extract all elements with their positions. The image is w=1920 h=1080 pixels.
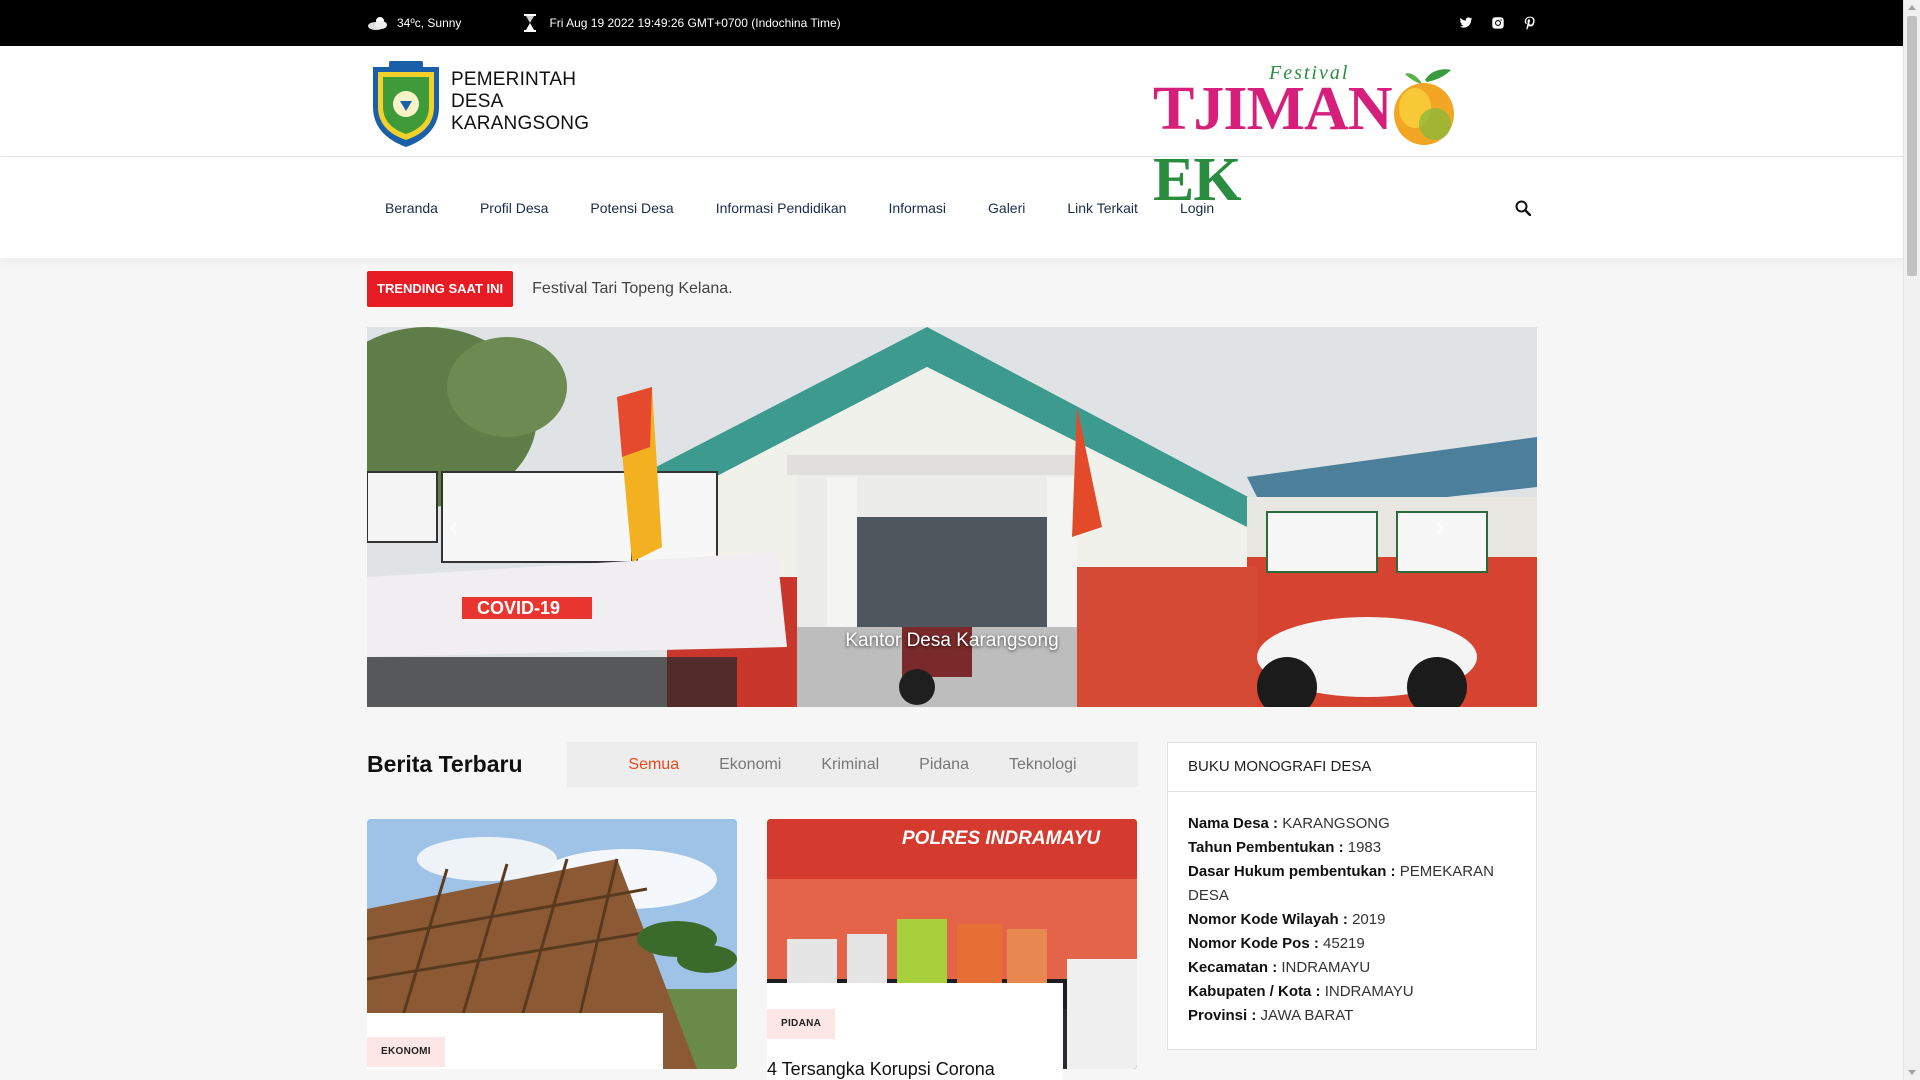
trending-headline[interactable]: Festival Tari Topeng Kelana. — [532, 280, 732, 298]
widget-title: BUKU MONOGRAFI DESA — [1168, 743, 1536, 792]
filter-pidana[interactable]: Pidana — [899, 756, 989, 774]
twitter-icon[interactable] — [1459, 16, 1473, 30]
nav-item-link-terkait[interactable]: Link Terkait — [1067, 200, 1138, 216]
trending-bar: TRENDING SAAT INI Festival Tari Topeng K… — [367, 269, 1537, 309]
filter-ekonomi[interactable]: Ekonomi — [699, 756, 801, 774]
polres-text: POLRES INDRAMAYU — [902, 828, 1101, 849]
slider-next-icon[interactable]: › — [1435, 513, 1455, 541]
weather-text: 34ºc, Sunny — [397, 16, 462, 30]
news-card-title[interactable]: 4 Tersangka Korupsi Corona — [767, 1059, 995, 1080]
nav-item-galeri[interactable]: Galeri — [988, 200, 1025, 216]
scroll-up-icon[interactable] — [1908, 5, 1916, 10]
info-row-dasar-hukum: Dasar Hukum pembentukan : PEMEKARAN DESA — [1188, 863, 1494, 904]
hourglass-icon — [524, 14, 537, 32]
page: 34ºc, Sunny Fri Aug 19 2022 19:49:26 GMT… — [0, 0, 1920, 1080]
scroll-down-icon[interactable] — [1908, 1070, 1916, 1075]
banner-covid-text: COVID-19 — [477, 598, 560, 618]
news-card[interactable]: POLRES INDRAMAYU PIDANA 4 Tersangka Koru… — [767, 819, 1137, 1080]
nav-item-potensi-desa[interactable]: Potensi Desa — [590, 200, 673, 216]
category-badge[interactable]: EKONOMI — [367, 1037, 445, 1067]
sidebar: BUKU MONOGRAFI DESA Nama Desa : KARANGSO… — [1167, 742, 1537, 1069]
filter-semua[interactable]: Semua — [608, 756, 699, 774]
social-links — [1459, 16, 1537, 30]
category-badge[interactable]: PIDANA — [767, 1009, 836, 1039]
datetime-text: Fri Aug 19 2022 19:49:26 GMT+0700 (Indoc… — [549, 16, 841, 30]
scroll-thumb[interactable] — [1907, 16, 1917, 276]
info-row-kode-wilayah: Nomor Kode Wilayah : 2019 — [1188, 911, 1386, 928]
site-logo[interactable]: PEMERINTAH DESA KARANGSONG — [367, 57, 589, 147]
nav-item-login[interactable]: Login — [1180, 200, 1214, 216]
village-emblem-icon — [373, 60, 439, 147]
nav-item-informasi-pendidikan[interactable]: Informasi Pendidikan — [716, 200, 847, 216]
monografi-widget: BUKU MONOGRAFI DESA Nama Desa : KARANGSO… — [1167, 742, 1537, 1050]
search-icon[interactable] — [1515, 200, 1531, 216]
filter-kriminal[interactable]: Kriminal — [801, 756, 899, 774]
slider-caption: Kantor Desa Karangsong — [845, 630, 1059, 651]
site-header: PEMERINTAH DESA KARANGSONG Festival TJIM… — [0, 46, 1920, 214]
slider-prev-icon[interactable]: ‹ — [449, 513, 469, 541]
logo-line-2: DESA — [451, 90, 504, 112]
info-row-kode-pos: Nomor Kode Pos : 45219 — [1188, 935, 1365, 952]
info-row-nama-desa: Nama Desa : KARANGSONG — [1188, 815, 1390, 832]
festival-text-a: TJIMAN — [1153, 74, 1393, 143]
instagram-icon[interactable] — [1491, 16, 1505, 30]
logo-line-1: PEMERINTAH — [451, 68, 577, 90]
info-row-kabupaten: Kabupaten / Kota : INDRAMAYU — [1188, 983, 1414, 1000]
nav-item-profil-desa[interactable]: Profil Desa — [480, 200, 548, 216]
filter-teknologi[interactable]: Teknologi — [989, 756, 1097, 774]
logo-line-3: KARANGSONG — [451, 112, 590, 134]
category-filters: Semua Ekonomi Kriminal Pidana Teknologi — [567, 742, 1138, 787]
page-scrollbar[interactable] — [1903, 0, 1920, 1080]
info-row-tahun: Tahun Pembentukan : 1983 — [1188, 839, 1382, 856]
info-row-provinsi: Provinsi : JAWA BARAT — [1188, 1007, 1354, 1024]
trending-badge: TRENDING SAAT INI — [367, 271, 514, 307]
nav-menu: Beranda Profil Desa Potensi Desa Informa… — [367, 200, 1256, 216]
hero-slider[interactable]: COVID-19 ‹ › Kantor Desa Karangsong — [367, 327, 1537, 707]
section-title: Berita Terbaru — [367, 751, 523, 777]
pinterest-icon[interactable] — [1523, 16, 1537, 30]
news-card[interactable]: EKONOMI — [367, 819, 737, 1069]
info-row-kecamatan: Kecamatan : INDRAMAYU — [1188, 959, 1371, 976]
clock-widget: Fri Aug 19 2022 19:49:26 GMT+0700 (Indoc… — [523, 14, 841, 32]
weather-widget: 34ºc, Sunny — [367, 16, 461, 30]
nav-item-informasi[interactable]: Informasi — [888, 200, 946, 216]
news-section: Berita Terbaru Semua Ekonomi Kriminal Pi… — [367, 742, 1138, 1080]
mango-icon — [1394, 68, 1454, 145]
top-bar: 34ºc, Sunny Fri Aug 19 2022 19:49:26 GMT… — [0, 0, 1920, 46]
cloud-sun-icon — [368, 17, 387, 30]
nav-item-beranda[interactable]: Beranda — [385, 200, 438, 216]
main-nav: Beranda Profil Desa Potensi Desa Informa… — [0, 157, 1920, 258]
festival-banner[interactable]: Festival TJIMANEK — [1153, 56, 1537, 214]
